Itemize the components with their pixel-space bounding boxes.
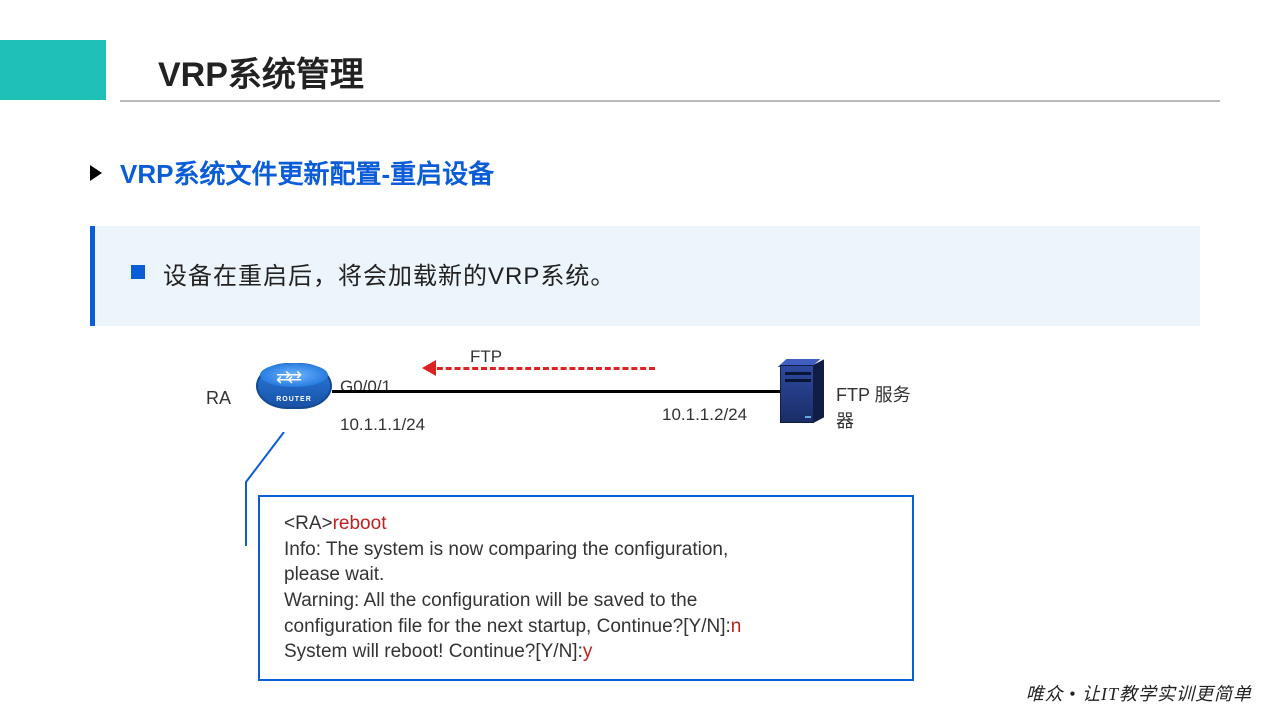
terminal-line: System will reboot! Continue?[Y/N]:y (284, 639, 888, 665)
ip-right-label: 10.1.1.2/24 (662, 405, 747, 425)
terminal-line: Info: The system is now comparing the co… (284, 537, 888, 563)
term-text: System will reboot! Continue?[Y/N]: (284, 641, 583, 662)
subtitle-text: VRP系统文件更新配置-重启设备 (120, 154, 494, 191)
router-arrows-icon: ⇄⇄ (276, 367, 298, 388)
footer-brand: 唯众 • 让IT教学实训更简单 (1026, 680, 1252, 706)
router-ra-label: RA (206, 388, 231, 409)
ftp-dashed-arrow (428, 367, 655, 370)
ftp-server-label: FTP 服务器 (836, 381, 926, 433)
info-callout: 设备在重启后，将会加载新的VRP系统。 (90, 226, 1200, 326)
terminal-line: Warning: All the configuration will be s… (284, 588, 888, 614)
link-line (332, 390, 780, 393)
title-bar: VRP系统管理 (0, 40, 1280, 100)
ip-left-label: 10.1.1.1/24 (340, 415, 425, 435)
triangle-bullet-icon (90, 165, 102, 181)
title-underline (120, 100, 1220, 102)
term-prompt: <RA> (284, 513, 333, 534)
ftp-arrow-head-icon (422, 360, 436, 376)
info-text: 设备在重启后，将会加载新的VRP系统。 (163, 256, 615, 291)
title-accent-block (0, 40, 106, 100)
page-title: VRP系统管理 (158, 47, 364, 96)
router-band-label: ROUTER (258, 396, 330, 403)
ftp-protocol-label: FTP (470, 347, 502, 367)
term-answer-y: y (583, 641, 593, 662)
router-icon: ⇄⇄ ROUTER (256, 363, 332, 433)
subtitle-row: VRP系统文件更新配置-重启设备 (90, 154, 494, 191)
terminal-line: please wait. (284, 562, 888, 588)
term-answer-n: n (731, 616, 742, 637)
term-command: reboot (333, 513, 387, 534)
terminal-line: configuration file for the next startup,… (284, 614, 888, 640)
square-bullet-icon (131, 265, 145, 279)
interface-label: G0/0/1 (340, 377, 391, 397)
terminal-output-box: <RA>reboot Info: The system is now compa… (258, 495, 914, 681)
term-text: configuration file for the next startup,… (284, 616, 731, 637)
network-diagram: RA ⇄⇄ ROUTER G0/0/1 10.1.1.1/24 FTP 10.1… (206, 345, 926, 465)
server-icon (780, 359, 826, 429)
terminal-line: <RA>reboot (284, 511, 888, 537)
